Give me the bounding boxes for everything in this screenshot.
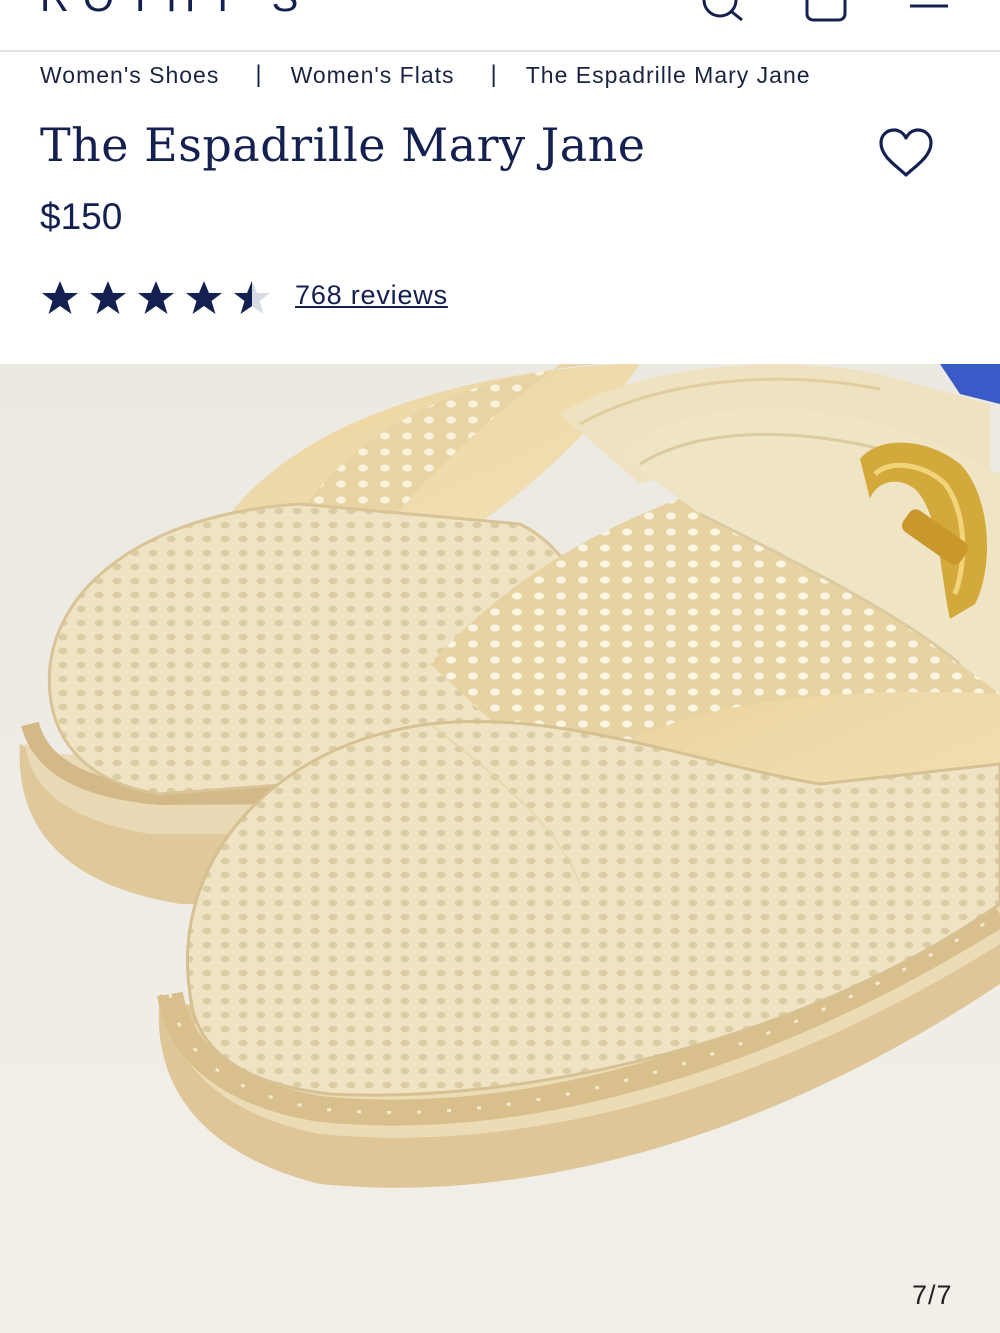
product-photo: [0, 364, 1000, 1333]
search-icon[interactable]: [700, 0, 750, 30]
star-icon-half: [234, 281, 270, 314]
breadcrumb-separator: |: [255, 61, 263, 88]
star-icon-filled: [186, 281, 222, 314]
product-image[interactable]: [0, 364, 1000, 1333]
star-icon-filled: [42, 281, 78, 314]
heart-icon[interactable]: [878, 127, 934, 179]
breadcrumb-womens-shoes[interactable]: Women's Shoes: [40, 62, 219, 89]
reviews-link[interactable]: 768 reviews: [295, 280, 448, 311]
star-icon-filled: [138, 281, 174, 314]
brand-logo[interactable]: ROTHY'S: [40, 0, 312, 21]
menu-icon[interactable]: [908, 0, 958, 30]
breadcrumb-current-product[interactable]: The Espadrille Mary Jane: [526, 62, 811, 89]
star-icon-filled: [90, 281, 126, 314]
breadcrumb-separator: |: [490, 61, 498, 88]
product-price: $150: [40, 196, 123, 237]
bag-icon[interactable]: [803, 0, 853, 30]
gallery-counter: 7/7: [912, 1280, 953, 1310]
breadcrumb: Women's Shoes | Women's Flats | The Espa…: [40, 60, 811, 90]
star-rating[interactable]: [40, 276, 280, 320]
site-header: ROTHY'S: [0, 0, 1000, 52]
breadcrumb-womens-flats[interactable]: Women's Flats: [291, 62, 455, 89]
product-title: The Espadrille Mary Jane: [40, 118, 646, 172]
